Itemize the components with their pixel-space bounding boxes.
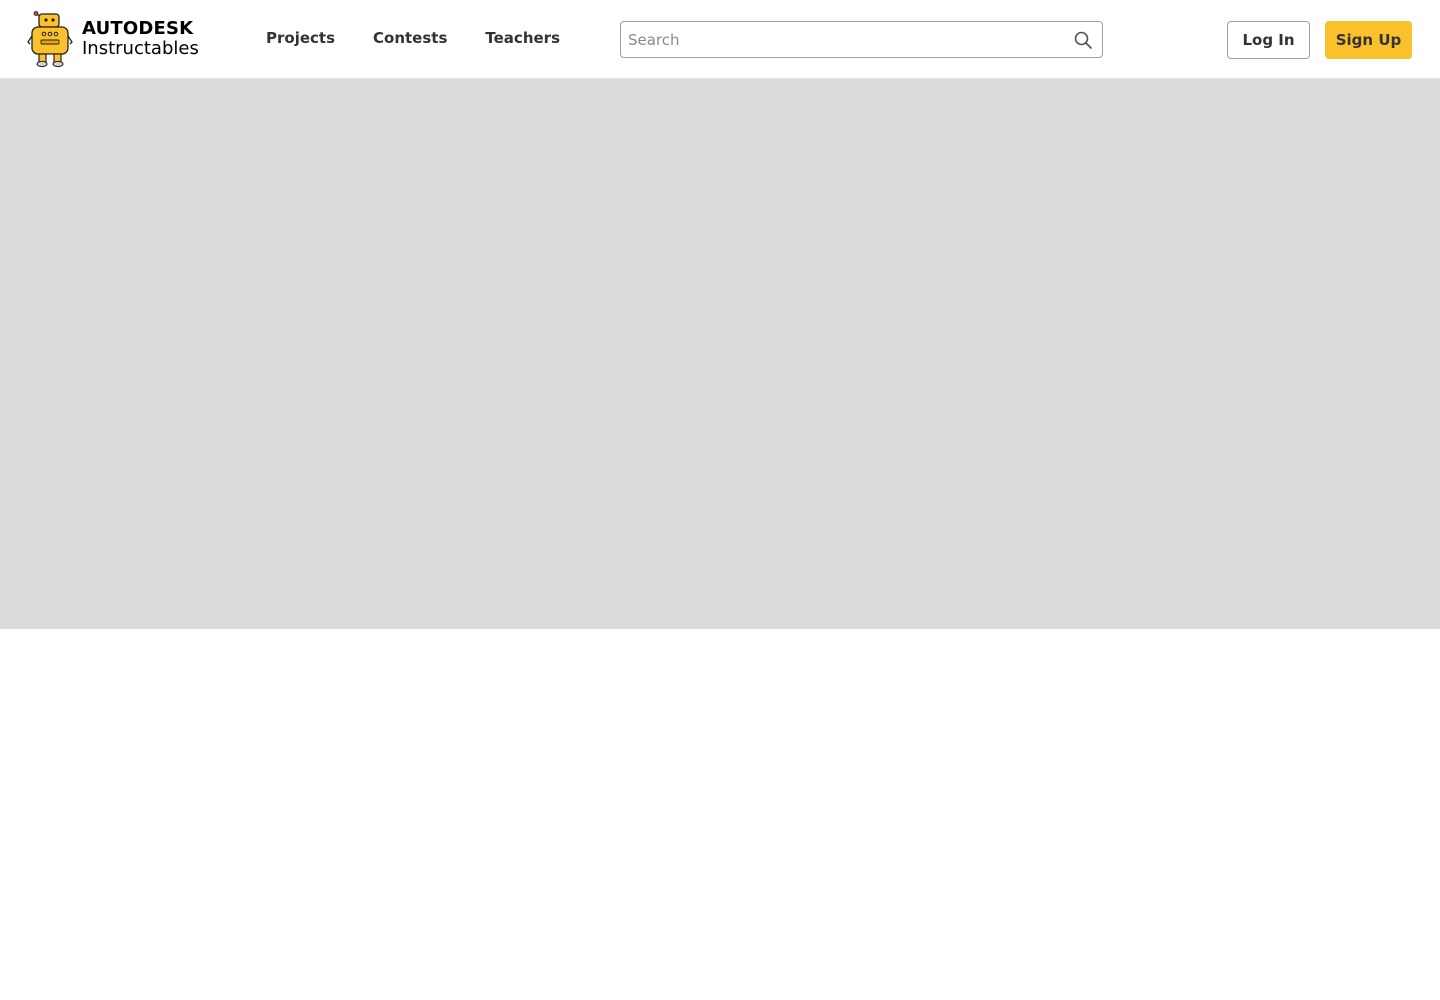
logo-text: AUTODESK Instructables [82,20,199,58]
search-button[interactable] [1073,30,1093,50]
search-icon [1074,31,1092,49]
search-input[interactable] [621,22,1061,57]
signup-button[interactable]: Sign Up [1325,21,1412,59]
login-button[interactable]: Log In [1227,21,1310,59]
logo-brand: AUTODESK [82,18,194,39]
hero-image-placeholder [0,79,1440,629]
nav-contests[interactable]: Contests [373,28,447,48]
logo-product: Instructables [82,38,199,59]
main-nav: Projects Contests Teachers [266,28,598,48]
nav-projects[interactable]: Projects [266,28,335,48]
search-box [620,21,1103,58]
nav-teachers[interactable]: Teachers [485,28,560,48]
page-content [0,629,1440,999]
site-logo[interactable]: AUTODESK Instructables [27,10,199,68]
site-header: AUTODESK Instructables Projects Contests… [0,0,1440,79]
instructables-robot-icon [27,11,73,68]
